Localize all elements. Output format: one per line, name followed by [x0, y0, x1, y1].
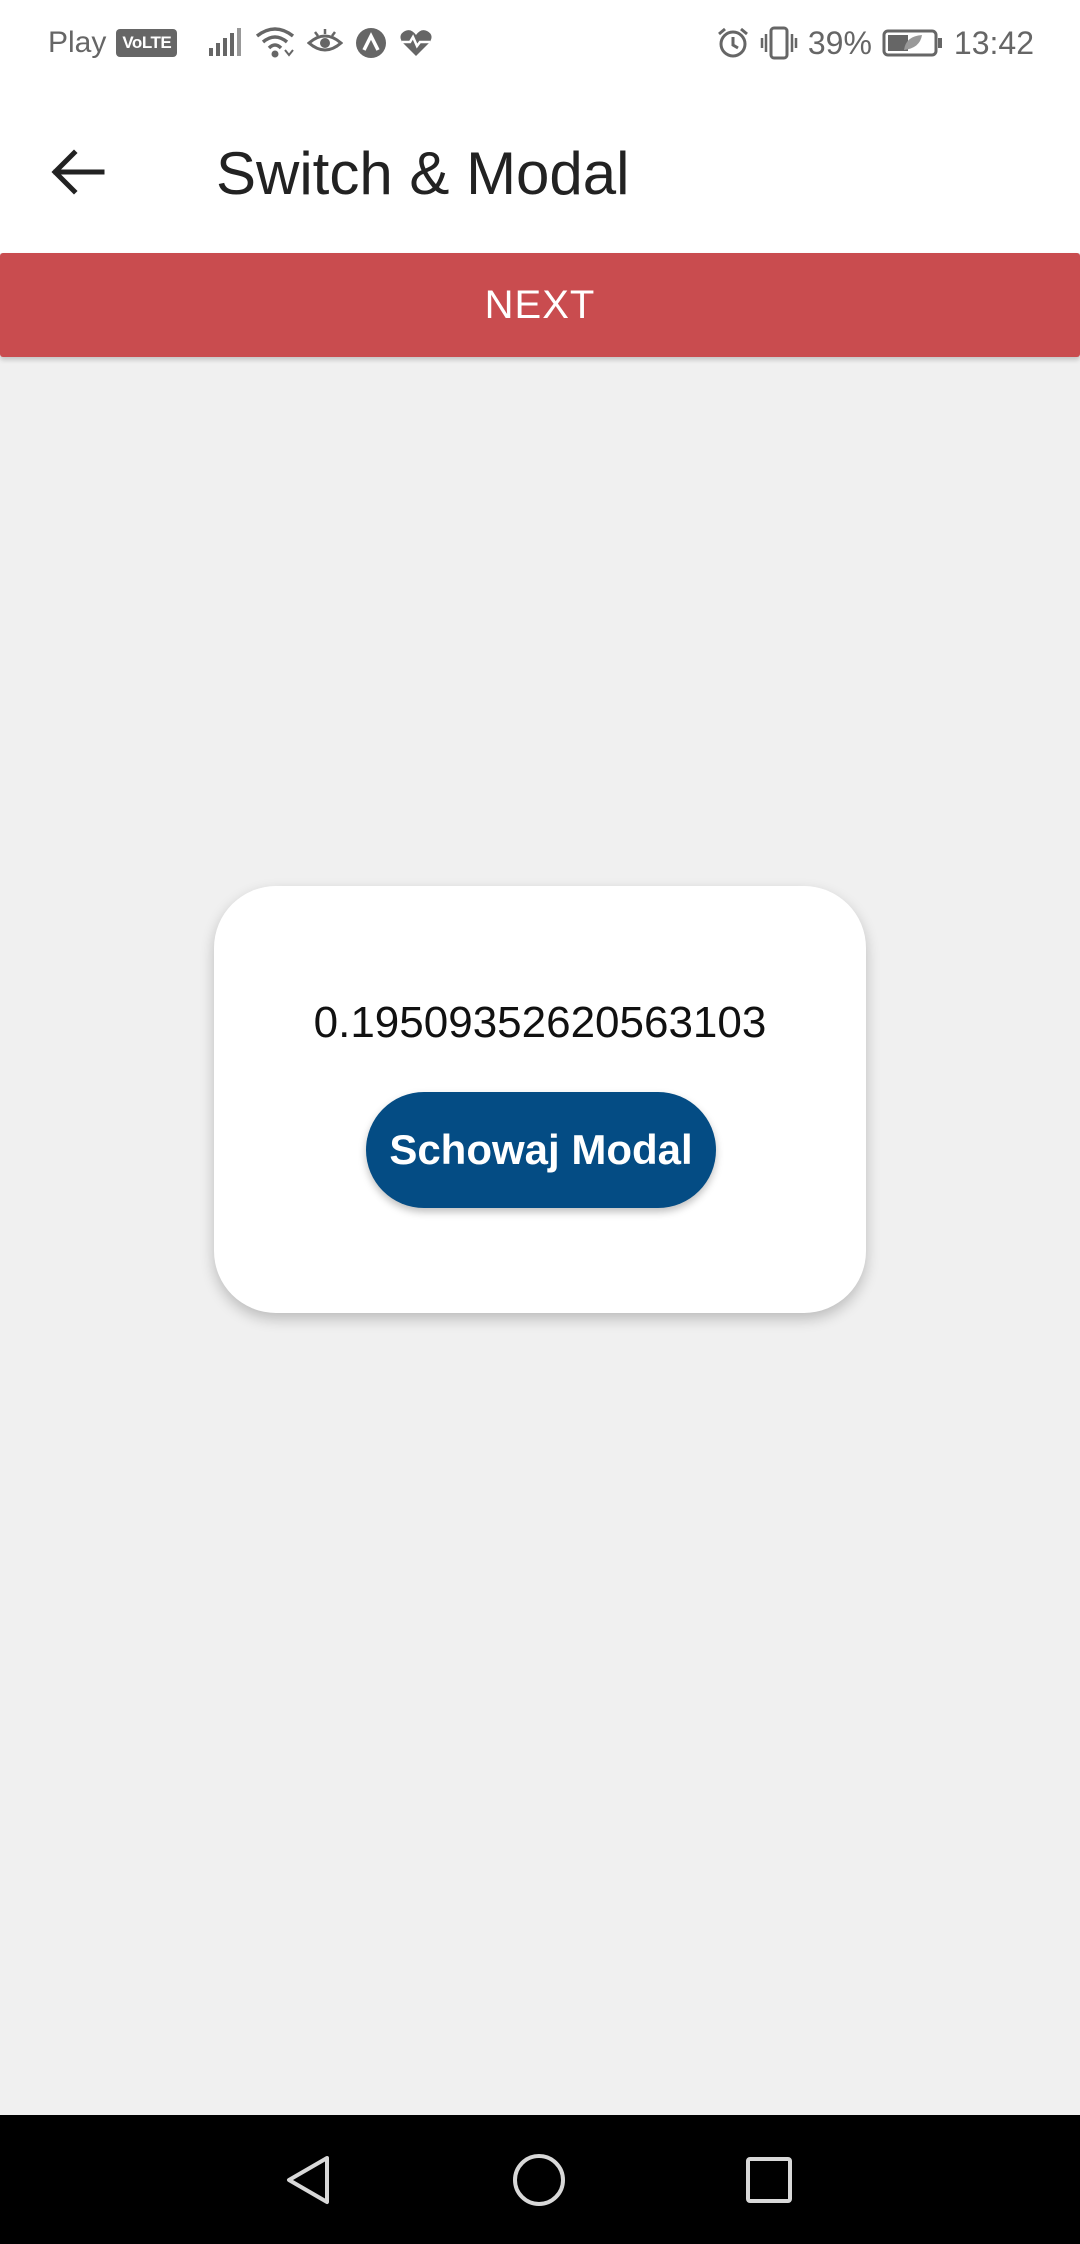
hide-modal-button[interactable]: Schowaj Modal [366, 1092, 716, 1208]
back-button[interactable] [38, 132, 118, 212]
volte-badge: VoLTE [116, 29, 178, 57]
status-right: 39% 13:42 [716, 18, 1034, 68]
next-button[interactable]: NEXT [0, 253, 1080, 357]
carrier-label: Play [48, 26, 107, 59]
vibrate-icon [760, 26, 798, 60]
nav-home-button[interactable] [504, 2145, 574, 2215]
modal-value-text: 0.19509352620563103 [313, 998, 767, 1047]
status-bar: Play VoLTE 39% 13:42 [0, 0, 1080, 86]
home-icon [513, 2154, 565, 2206]
eye-icon [307, 29, 344, 52]
battery-percent: 39% [807, 24, 872, 61]
modal: 0.19509352620563103 Schowaj Modal [214, 886, 866, 1313]
clock: 13:42 [953, 24, 1034, 61]
recents-icon [746, 2157, 792, 2203]
battery-icon [882, 29, 942, 57]
heart-pulse-icon [400, 30, 432, 56]
nav-recents-button[interactable] [734, 2145, 804, 2215]
wifi-icon [256, 27, 295, 58]
app-icon [356, 28, 387, 58]
status-icons-left [207, 26, 433, 60]
status-left: Play VoLTE [48, 18, 433, 68]
navigation-bar [0, 2115, 1080, 2244]
nav-back-button[interactable] [274, 2145, 344, 2215]
back-icon [287, 2156, 329, 2204]
signal-icon [209, 28, 242, 56]
app-bar: Switch & Modal [0, 86, 1080, 253]
page-title: Switch & Modal [216, 140, 630, 207]
arrow-left-icon [51, 149, 105, 195]
alarm-icon [717, 27, 748, 58]
